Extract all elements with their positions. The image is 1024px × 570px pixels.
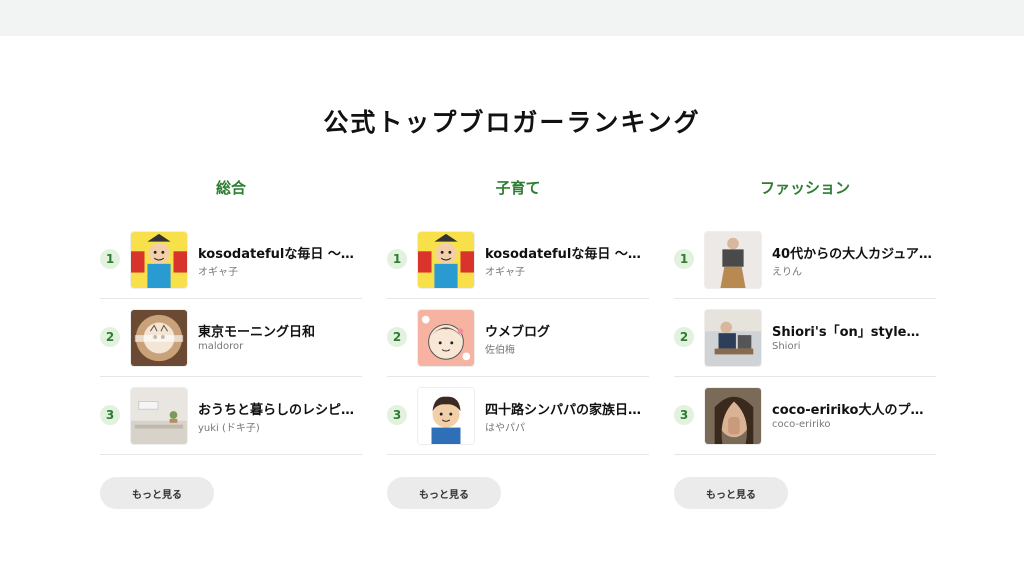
column-heading: ファッション	[759, 179, 850, 197]
blog-thumbnail-cartoon-woman[interactable]	[417, 231, 475, 289]
rank-badge: 2	[674, 327, 694, 347]
ranking-row[interactable]: 3 おうちと暮らしのレシピ… yuki (ドキ子)	[100, 377, 362, 455]
more-button[interactable]: もっと見る	[387, 477, 501, 509]
rank-badge: 1	[387, 249, 407, 269]
ranking-row[interactable]: 3 coco-eririko大人のプチ… coco-eririko	[674, 377, 936, 455]
ranking-row[interactable]: 1 kosodatefulな毎日 〜… オギャ子	[100, 221, 362, 299]
blog-author: はやパパ	[485, 423, 525, 434]
ranking-column-overall: 総合 1 kosodatefulな毎日 〜… オギャ子 2 東京モーニング日和 …	[100, 178, 362, 509]
page-title: 公式トップブロガーランキング	[323, 108, 701, 137]
blog-thumbnail-kitchen[interactable]	[130, 387, 188, 445]
ranking-list: 1 40代からの大人カジュア… えりん 2 Shiori's「on」style〜…	[674, 221, 936, 455]
rank-badge: 3	[674, 405, 694, 425]
blog-author: Shiori	[772, 341, 801, 352]
ranking-row[interactable]: 1 kosodatefulな毎日 〜… オギャ子	[387, 221, 649, 299]
rank-badge: 2	[387, 327, 407, 347]
column-heading: 総合	[215, 179, 246, 197]
blog-thumbnail-portrait-photo[interactable]	[704, 387, 762, 445]
ranking-list: 1 kosodatefulな毎日 〜… オギャ子 2 東京モーニング日和 mal…	[100, 221, 362, 455]
blog-thumbnail-fashion-photo[interactable]	[704, 231, 762, 289]
blog-thumbnail-cartoon-face[interactable]	[417, 309, 475, 367]
ranking-row[interactable]: 2 東京モーニング日和 maldoror	[100, 299, 362, 377]
blog-thumbnail-cartoon-woman[interactable]	[130, 231, 188, 289]
blog-author: coco-eririko	[772, 419, 831, 430]
blog-thumbnail-cartoon-man[interactable]	[417, 387, 475, 445]
blog-author: オギャ子	[198, 267, 238, 278]
rank-badge: 1	[674, 249, 694, 269]
rank-badge: 2	[100, 327, 120, 347]
blog-author: maldoror	[198, 341, 244, 352]
blog-name[interactable]: 四十路シンパパの家族日…	[485, 399, 645, 418]
blog-name[interactable]: 東京モーニング日和	[198, 321, 358, 340]
column-heading: 子育て	[495, 179, 541, 197]
ranking-column-parenting: 子育て 1 kosodatefulな毎日 〜… オギャ子 2 ウメブログ 佐伯梅…	[387, 178, 649, 509]
more-button[interactable]: もっと見る	[100, 477, 214, 509]
top-header-bar	[0, 0, 1024, 36]
ranking-row[interactable]: 3 四十路シンパパの家族日… はやパパ	[387, 377, 649, 455]
ranking-row[interactable]: 2 Shiori's「on」style〜… Shiori	[674, 299, 936, 377]
blog-thumbnail-fashion-photo[interactable]	[704, 309, 762, 367]
blog-name[interactable]: 40代からの大人カジュア…	[772, 243, 932, 262]
rank-badge: 3	[387, 405, 407, 425]
ranking-row[interactable]: 1 40代からの大人カジュア… えりん	[674, 221, 936, 299]
blog-author: えりん	[772, 267, 802, 278]
blog-author: yuki (ドキ子)	[198, 423, 260, 434]
rank-badge: 3	[100, 405, 120, 425]
ranking-row[interactable]: 2 ウメブログ 佐伯梅	[387, 299, 649, 377]
rank-badge: 1	[100, 249, 120, 269]
blog-author: オギャ子	[485, 267, 525, 278]
ranking-column-fashion: ファッション 1 40代からの大人カジュア… えりん 2 Shiori's「on…	[674, 178, 936, 509]
blog-name[interactable]: Shiori's「on」style〜…	[772, 321, 932, 340]
ranking-list: 1 kosodatefulな毎日 〜… オギャ子 2 ウメブログ 佐伯梅 3 四…	[387, 221, 649, 455]
blog-name[interactable]: coco-eririko大人のプチ…	[772, 399, 932, 418]
blog-name[interactable]: ウメブログ	[485, 321, 645, 340]
blog-thumbnail-latte-art[interactable]	[130, 309, 188, 367]
blog-name[interactable]: おうちと暮らしのレシピ…	[198, 399, 358, 418]
blog-name[interactable]: kosodatefulな毎日 〜…	[485, 243, 645, 262]
blog-name[interactable]: kosodatefulな毎日 〜…	[198, 243, 358, 262]
more-button[interactable]: もっと見る	[674, 477, 788, 509]
blog-author: 佐伯梅	[485, 345, 515, 356]
